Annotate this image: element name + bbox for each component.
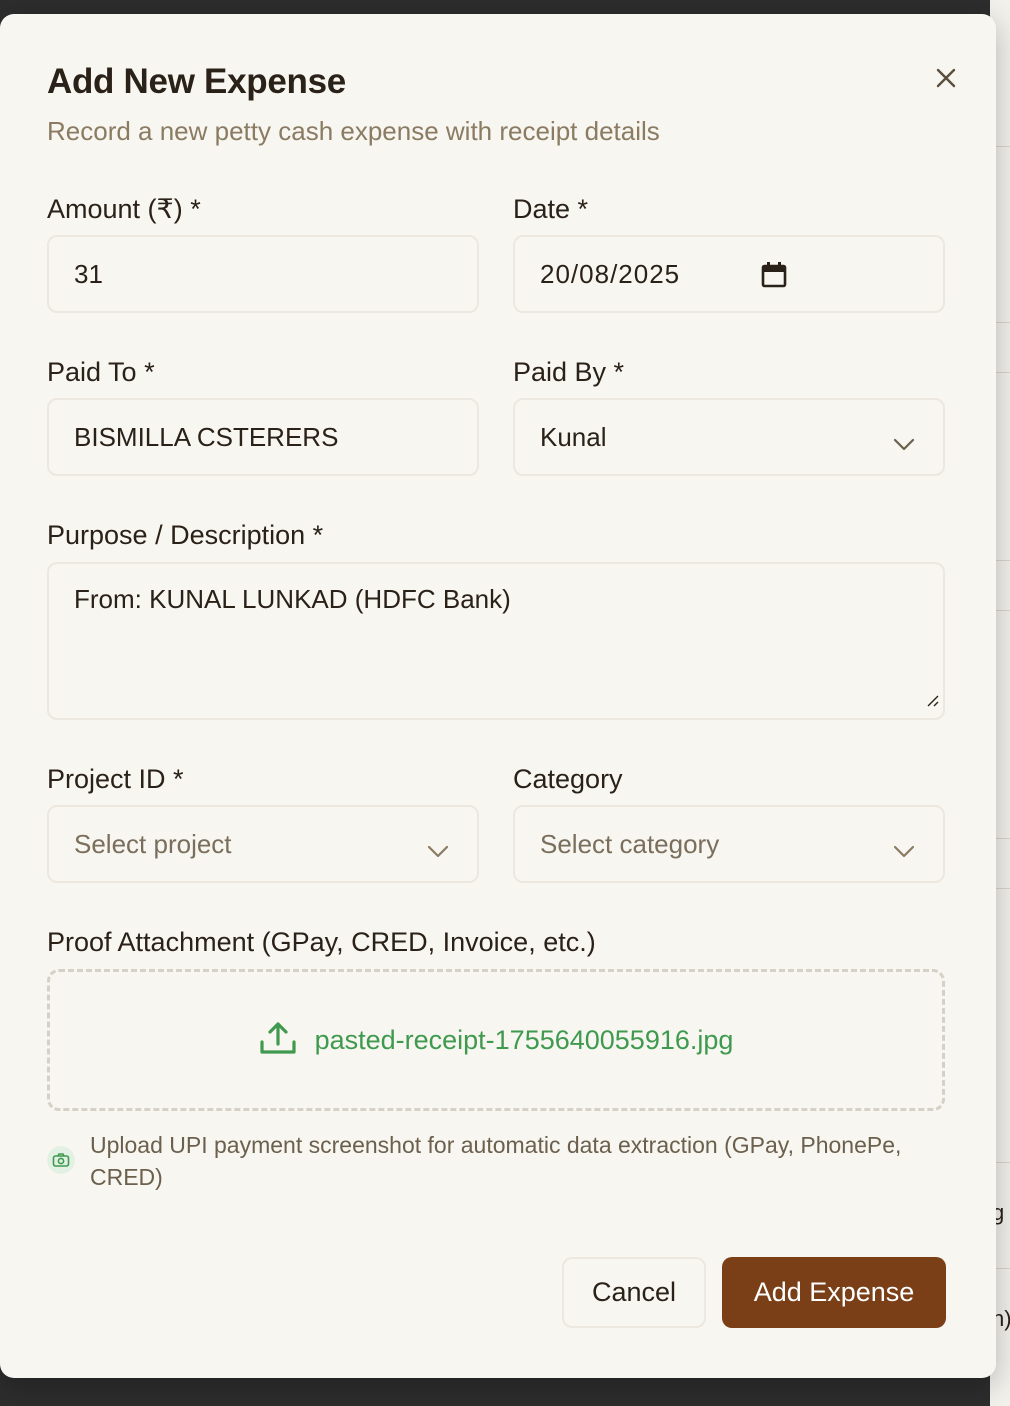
date-value: 20/08/2025 bbox=[540, 258, 681, 289]
upload-icon bbox=[259, 1020, 297, 1061]
dialog-title: Add New Expense bbox=[47, 62, 346, 101]
paid-by-value: Kunal bbox=[540, 421, 607, 452]
paid-by-label: Paid By * bbox=[513, 357, 625, 387]
dialog-subtitle: Record a new petty cash expense with rec… bbox=[47, 116, 660, 146]
calendar-icon[interactable] bbox=[761, 261, 787, 296]
resize-handle-icon[interactable] bbox=[925, 683, 939, 714]
paid-by-select[interactable]: Kunal bbox=[513, 398, 945, 476]
purpose-textarea[interactable]: From: KUNAL LUNKAD (HDFC Bank) bbox=[47, 562, 945, 720]
project-placeholder: Select project bbox=[74, 828, 232, 859]
project-label: Project ID * bbox=[47, 764, 184, 794]
attachment-label: Proof Attachment (GPay, CRED, Invoice, e… bbox=[47, 927, 596, 957]
upload-hint-text: Upload UPI payment screenshot for automa… bbox=[90, 1132, 902, 1190]
add-expense-dialog: Add New Expense Record a new petty cash … bbox=[0, 14, 996, 1378]
date-input[interactable]: 20/08/2025 bbox=[513, 235, 945, 313]
project-select[interactable]: Select project bbox=[47, 805, 479, 883]
amount-label: Amount (₹) * bbox=[47, 194, 201, 224]
category-select[interactable]: Select category bbox=[513, 805, 945, 883]
amount-value: 31 bbox=[74, 258, 103, 289]
purpose-value: From: KUNAL LUNKAD (HDFC Bank) bbox=[74, 584, 511, 614]
paid-to-label: Paid To * bbox=[47, 357, 155, 387]
chevron-down-icon bbox=[893, 428, 915, 459]
cancel-button[interactable]: Cancel bbox=[562, 1257, 706, 1328]
date-label: Date * bbox=[513, 194, 589, 224]
purpose-label: Purpose / Description * bbox=[47, 520, 324, 550]
add-expense-button[interactable]: Add Expense bbox=[722, 1257, 946, 1328]
category-placeholder: Select category bbox=[540, 828, 720, 859]
paid-to-input[interactable]: BISMILLA CSTERERS bbox=[47, 398, 479, 476]
amount-input[interactable]: 31 bbox=[47, 235, 479, 313]
paid-to-value: BISMILLA CSTERERS bbox=[74, 421, 339, 452]
close-icon bbox=[936, 68, 956, 88]
attachment-dropzone[interactable]: pasted-receipt-1755640055916.jpg bbox=[47, 969, 945, 1111]
chevron-down-icon bbox=[427, 835, 449, 866]
chevron-down-icon bbox=[893, 835, 915, 866]
camera-icon bbox=[47, 1146, 75, 1174]
attachment-file-name: pasted-receipt-1755640055916.jpg bbox=[314, 1024, 734, 1055]
category-label: Category bbox=[513, 764, 623, 794]
close-button[interactable] bbox=[930, 62, 962, 94]
